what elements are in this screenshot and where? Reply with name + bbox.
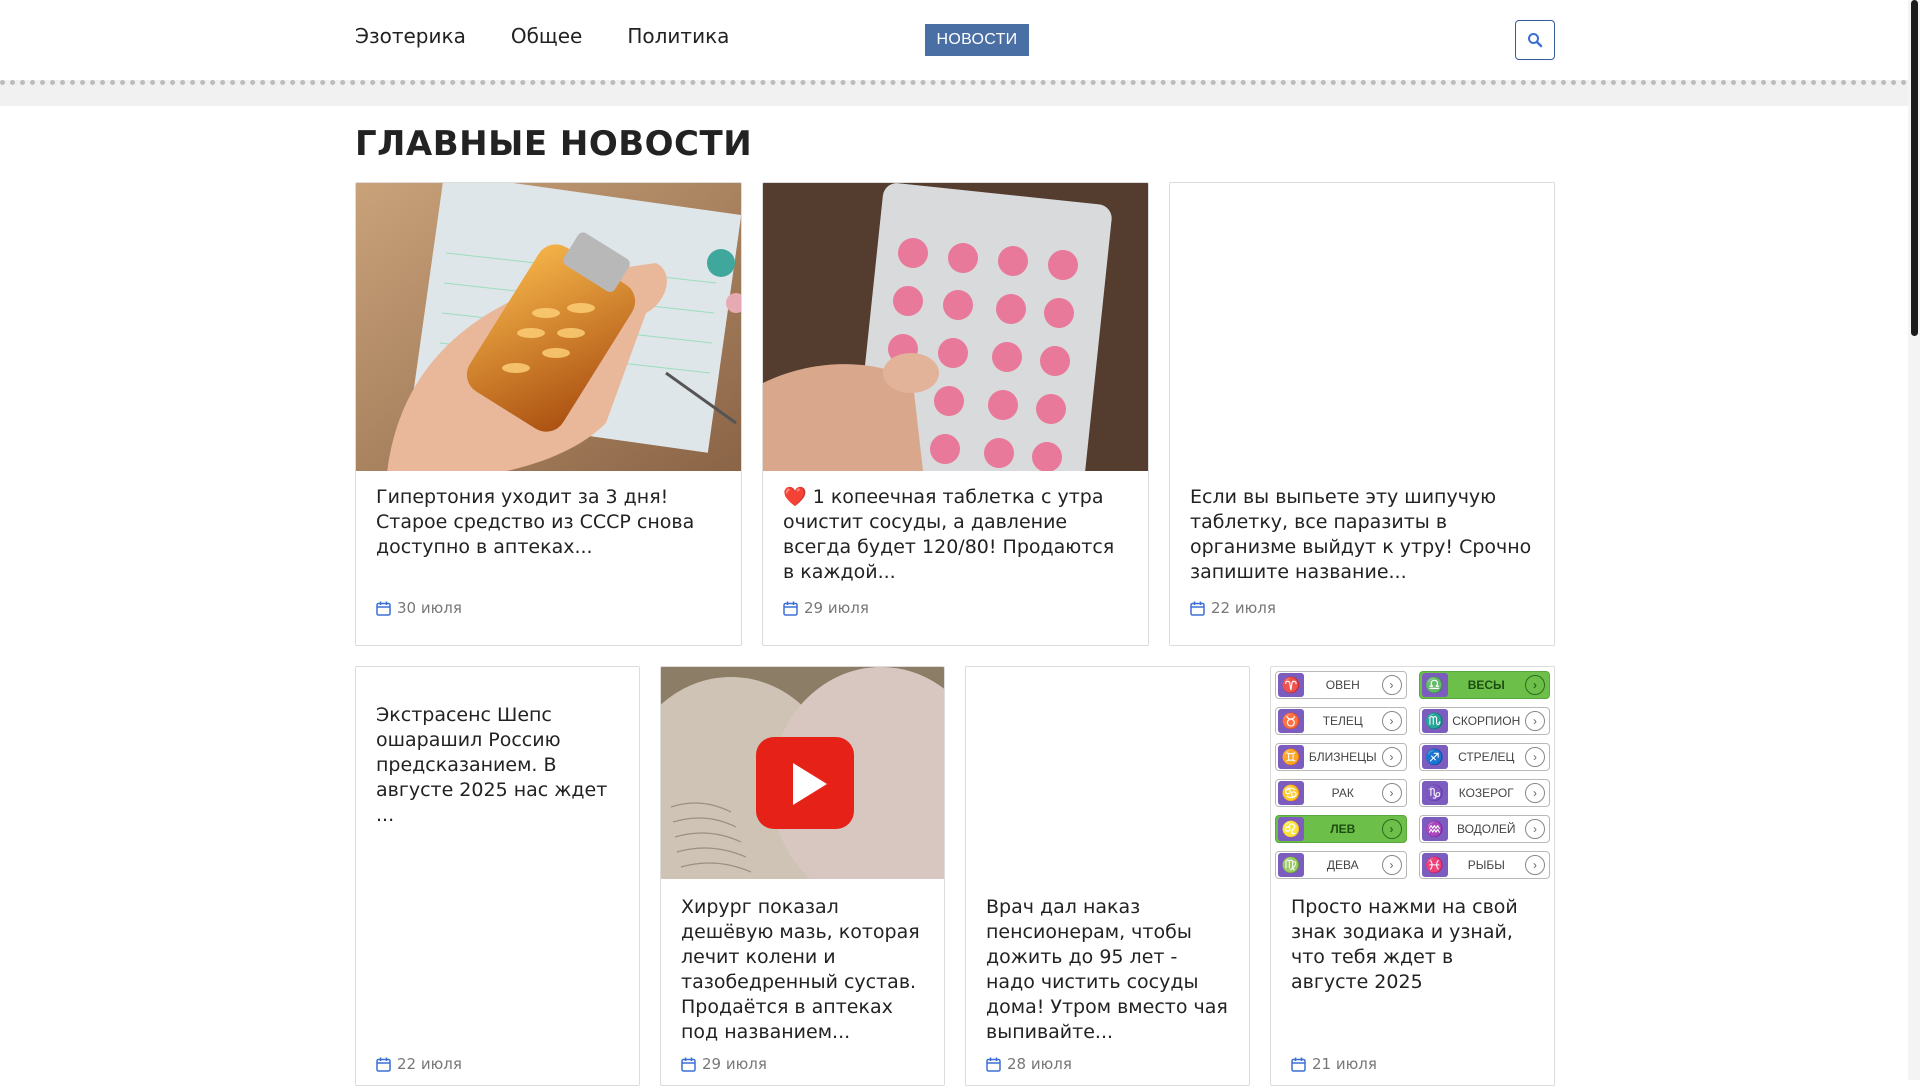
zodiac-sign-label: ОВЕН bbox=[1325, 678, 1360, 692]
zodiac-symbol-icon: ♏ bbox=[1421, 709, 1448, 733]
article-title[interactable]: Врач дал наказ пенсионерам, чтобы дожить… bbox=[986, 895, 1231, 1045]
news-badge-link[interactable]: НОВОСТИ bbox=[925, 24, 1029, 56]
zodiac-sign-button[interactable]: ♑ КОЗЕРОГ › bbox=[1418, 779, 1550, 807]
article-date-text: 22 июля bbox=[397, 1055, 462, 1073]
zodiac-symbol-icon: ♒ bbox=[1421, 817, 1448, 841]
chevron-right-icon: › bbox=[1525, 783, 1545, 803]
article-title[interactable]: Если вы выпьете эту шипучую таблетку, вс… bbox=[1190, 485, 1536, 585]
article-date-text: 30 июля bbox=[397, 599, 462, 617]
nav-item-general[interactable]: Общее bbox=[511, 24, 583, 48]
zodiac-symbol-icon: ♊ bbox=[1278, 745, 1304, 769]
article-title[interactable]: Просто нажми на свой знак зодиака и узна… bbox=[1291, 895, 1536, 995]
zodiac-sign-button[interactable]: ♎ ВЕСЫ › bbox=[1418, 671, 1550, 699]
calendar-icon bbox=[783, 601, 798, 616]
article-date: 29 июля bbox=[783, 599, 869, 617]
zodiac-sign-button[interactable]: ♈ ОВЕН › bbox=[1275, 671, 1407, 699]
article-card[interactable]: Гипертония уходит за 3 дня! Старое средс… bbox=[355, 182, 742, 646]
calendar-icon bbox=[986, 1057, 1001, 1072]
zodiac-symbol-icon: ♈ bbox=[1278, 673, 1304, 697]
article-date: 21 июля bbox=[1291, 1055, 1377, 1073]
zodiac-sign-label: ДЕВА bbox=[1326, 858, 1359, 872]
article-title[interactable]: Экстрасенс Шепс ошарашил Россию предсказ… bbox=[376, 703, 621, 828]
zodiac-sign-label: БЛИЗНЕЦЫ bbox=[1308, 750, 1377, 764]
article-card[interactable]: Экстрасенс Шепс ошарашил Россию предсказ… bbox=[355, 666, 640, 1086]
zodiac-sign-button[interactable]: ♓ РЫБЫ › bbox=[1418, 851, 1550, 879]
search-button[interactable] bbox=[1515, 20, 1555, 60]
zodiac-sign-label: СКОРПИОН bbox=[1452, 714, 1521, 728]
article-title[interactable]: Гипертония уходит за 3 дня! Старое средс… bbox=[376, 485, 723, 560]
zodiac-sign-button[interactable]: ♐ СТРЕЛЕЦ › bbox=[1418, 743, 1550, 771]
zodiac-sign-label: ВЕСЫ bbox=[1467, 678, 1505, 692]
chevron-right-icon: › bbox=[1525, 855, 1545, 875]
article-date-text: 29 июля bbox=[702, 1055, 767, 1073]
zodiac-sign-button[interactable]: ♌ ЛЕВ › bbox=[1275, 815, 1407, 843]
calendar-icon bbox=[376, 1057, 391, 1072]
article-card[interactable]: Врач дал наказ пенсионерам, чтобы дожить… bbox=[965, 666, 1250, 1086]
chevron-right-icon: › bbox=[1525, 747, 1545, 767]
article-date: 30 июля bbox=[376, 599, 462, 617]
zodiac-sign-button[interactable]: ♋ РАК › bbox=[1275, 779, 1407, 807]
article-card[interactable]: ♈ ОВЕН › ♎ ВЕСЫ › ♉ ТЕЛЕЦ › ♏ СКОРПИОН › ♊ БЛИЗНЕЦЫ › ♐… bbox=[1270, 666, 1555, 1086]
zodiac-sign-label: ЛЕВ bbox=[1330, 822, 1356, 836]
zodiac-panel: ♈ ОВЕН › ♎ ВЕСЫ › ♉ ТЕЛЕЦ › ♏ СКОРПИОН › ♊ БЛИЗНЕЦЫ › ♐… bbox=[1271, 667, 1554, 879]
article-image-pills-jar[interactable] bbox=[356, 183, 741, 471]
chevron-right-icon: › bbox=[1381, 819, 1402, 839]
article-card[interactable]: Хирург показал дешёвую мазь, которая леч… bbox=[660, 666, 945, 1086]
zodiac-symbol-icon: ♐ bbox=[1421, 745, 1448, 769]
nav-item-politics[interactable]: Политика bbox=[627, 24, 729, 48]
zodiac-sign-button[interactable]: ♍ ДЕВА › bbox=[1275, 851, 1407, 879]
calendar-icon bbox=[681, 1057, 696, 1072]
article-title[interactable]: Хирург показал дешёвую мазь, которая леч… bbox=[681, 895, 926, 1045]
chevron-right-icon: › bbox=[1381, 711, 1402, 731]
article-image-knees-video[interactable] bbox=[661, 667, 944, 879]
search-icon bbox=[1528, 33, 1543, 48]
chevron-right-icon: › bbox=[1381, 675, 1402, 695]
chevron-right-icon: › bbox=[1525, 711, 1545, 731]
zodiac-symbol-icon: ♌ bbox=[1278, 817, 1304, 841]
article-date: 28 июля bbox=[986, 1055, 1072, 1073]
zodiac-sign-label: КОЗЕРОГ bbox=[1458, 786, 1514, 800]
article-title[interactable]: ❤️ 1 копеечная таблетка с утра очистит с… bbox=[783, 485, 1130, 585]
article-image-pink-pills[interactable] bbox=[763, 183, 1148, 471]
nav-item-esoterics[interactable]: Эзотерика bbox=[355, 24, 466, 48]
chevron-right-icon: › bbox=[1525, 819, 1545, 839]
zodiac-sign-button[interactable]: ♉ ТЕЛЕЦ › bbox=[1275, 707, 1407, 735]
zodiac-sign-label: РЫБЫ bbox=[1467, 858, 1505, 872]
chevron-right-icon: › bbox=[1525, 675, 1545, 695]
chevron-right-icon: › bbox=[1381, 855, 1402, 875]
chevron-right-icon: › bbox=[1381, 747, 1402, 767]
zodiac-symbol-icon: ♍ bbox=[1278, 853, 1304, 877]
zodiac-grid: ♈ ОВЕН › ♎ ВЕСЫ › ♉ ТЕЛЕЦ › ♏ СКОРПИОН › ♊ БЛИЗНЕЦЫ › ♐… bbox=[1275, 671, 1550, 879]
zodiac-sign-label: ВОДОЛЕЙ bbox=[1456, 822, 1516, 836]
article-date: 29 июля bbox=[681, 1055, 767, 1073]
calendar-icon bbox=[1190, 601, 1205, 616]
main-nav: Эзотерика Общее Политика bbox=[355, 24, 729, 48]
calendar-icon bbox=[1291, 1057, 1306, 1072]
header-divider bbox=[0, 80, 1908, 106]
article-date-text: 29 июля bbox=[804, 599, 869, 617]
article-date-text: 22 июля bbox=[1211, 599, 1276, 617]
article-date: 22 июля bbox=[376, 1055, 462, 1073]
article-card[interactable]: ❤️ 1 копеечная таблетка с утра очистит с… bbox=[762, 182, 1149, 646]
zodiac-sign-label: РАК bbox=[1331, 786, 1354, 800]
page-title: ГЛАВНЫЕ НОВОСТИ bbox=[355, 124, 753, 164]
zodiac-symbol-icon: ♎ bbox=[1421, 673, 1448, 697]
zodiac-sign-button[interactable]: ♒ ВОДОЛЕЙ › bbox=[1418, 815, 1550, 843]
article-date: 22 июля bbox=[1190, 599, 1276, 617]
article-date-text: 28 июля bbox=[1007, 1055, 1072, 1073]
zodiac-sign-label: СТРЕЛЕЦ bbox=[1458, 750, 1515, 764]
zodiac-symbol-icon: ♓ bbox=[1421, 853, 1448, 877]
article-date-text: 21 июля bbox=[1312, 1055, 1377, 1073]
calendar-icon bbox=[376, 601, 391, 616]
zodiac-symbol-icon: ♉ bbox=[1278, 709, 1304, 733]
zodiac-symbol-icon: ♋ bbox=[1278, 781, 1304, 805]
zodiac-sign-button[interactable]: ♊ БЛИЗНЕЦЫ › bbox=[1275, 743, 1407, 771]
article-card[interactable]: Если вы выпьете эту шипучую таблетку, вс… bbox=[1169, 182, 1555, 646]
site-header: Эзотерика Общее Политика НОВОСТИ bbox=[0, 0, 1908, 106]
zodiac-sign-label: ТЕЛЕЦ bbox=[1322, 714, 1363, 728]
zodiac-sign-button[interactable]: ♏ СКОРПИОН › bbox=[1418, 707, 1550, 735]
scrollbar-thumb[interactable] bbox=[1911, 0, 1918, 336]
chevron-right-icon: › bbox=[1381, 783, 1402, 803]
zodiac-symbol-icon: ♑ bbox=[1421, 781, 1448, 805]
